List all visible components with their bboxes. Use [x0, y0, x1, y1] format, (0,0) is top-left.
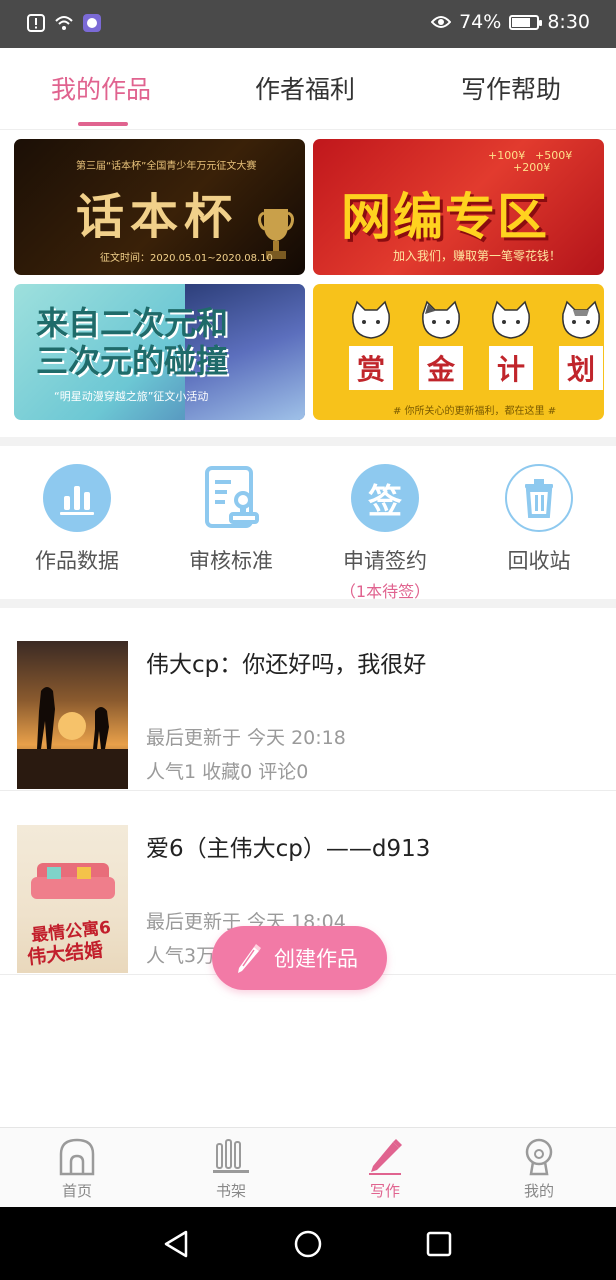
tab-indicator — [78, 122, 128, 126]
banner-date: 征文时间：2020.05.01~2020.08.10 — [100, 253, 273, 264]
work-updated: 最后更新于 今天 20:18 — [146, 727, 346, 749]
work-cover-image: 最情公寓6 伟大结婚 — [17, 825, 128, 973]
profile-icon — [525, 1138, 553, 1176]
home-icon — [59, 1138, 95, 1176]
cat-icon — [352, 300, 390, 339]
nav-label: 首页 — [61, 1182, 92, 1200]
cat-icon — [422, 300, 460, 339]
system-nav-bar — [0, 1207, 616, 1280]
pen-icon — [369, 1139, 402, 1175]
banner-anime-contest[interactable]: 来自二次元和 三次元的碰撞 “明星动漫穿越之旅”征文小活动 — [14, 284, 305, 420]
top-tabs: 我的作品 作者福利 写作帮助 — [0, 48, 616, 130]
banner-huabenbei[interactable]: 第三届“话本杯”全国青少年万元征文大赛 话本杯 征文时间：2020.05.01~… — [14, 139, 305, 275]
bounty-char: 金 — [419, 346, 463, 390]
tab-author-benefits[interactable]: 作者福利 — [255, 70, 355, 106]
banner-top-text: 第三届“话本杯”全国青少年万元征文大赛 — [76, 161, 257, 172]
bounty-chars: 赏 金 计 划 — [349, 346, 603, 390]
eye-comfort-icon — [431, 16, 452, 28]
cat-illustrations — [349, 300, 603, 340]
bottom-nav: 首页 书架 写作 我的 — [0, 1127, 616, 1207]
create-work-button[interactable]: 创建作品 — [212, 926, 387, 990]
battery-percent: 74% — [459, 11, 502, 33]
sign-glyph: 签 — [368, 481, 402, 522]
tab-writing-help[interactable]: 写作帮助 — [461, 70, 561, 106]
banner-bounty-plan[interactable]: 赏 金 计 划 # 你所关心的更新福利，都在这里 # — [313, 284, 604, 420]
battery-icon — [509, 14, 543, 30]
nav-label: 书架 — [215, 1182, 246, 1200]
create-work-label: 创建作品 — [274, 947, 358, 971]
work-title: 爱6（主伟大cp）——d913 — [146, 836, 431, 862]
pencil-icon — [238, 944, 261, 973]
banner-sub: 加入我们，赚取第一笔零花钱！ — [393, 249, 562, 263]
bookshelf-icon — [213, 1139, 249, 1173]
action-review-standard[interactable]: 审核标准 — [154, 464, 308, 604]
bounty-char: 计 — [489, 346, 533, 390]
work-item[interactable]: 伟大cp：你还好吗，我很好 最后更新于 今天 20:18 人气1 收藏0 评论0 — [0, 607, 616, 791]
work-stats: 人气1 收藏0 评论0 — [146, 761, 309, 783]
action-label: 审核标准 — [189, 549, 273, 573]
wifi-icon — [55, 16, 73, 30]
action-label: 作品数据 — [35, 549, 119, 573]
home-circle-icon[interactable] — [293, 1229, 323, 1259]
banner-editor-zone[interactable]: +100¥ +500¥ +200¥ 网编专区 加入我们，赚取第一笔零花钱！ — [313, 139, 604, 275]
action-apply-contract[interactable]: 签 申请签约 （1本待签） — [308, 464, 462, 604]
clock: 8:30 — [547, 11, 590, 33]
nav-write[interactable]: 写作 — [308, 1136, 462, 1201]
cat-icon — [562, 300, 600, 339]
recents-icon[interactable] — [426, 1231, 452, 1257]
document-stamp-icon — [197, 464, 265, 532]
action-work-data[interactable]: 作品数据 — [0, 464, 154, 604]
back-icon[interactable] — [162, 1229, 190, 1259]
nav-profile[interactable]: 我的 — [462, 1136, 616, 1201]
trash-icon — [505, 464, 573, 532]
alert-icon — [27, 14, 45, 32]
action-recycle-bin[interactable]: 回收站 — [462, 464, 616, 604]
status-bar: 74% 8:30 — [0, 0, 616, 48]
nav-bookshelf[interactable]: 书架 — [154, 1136, 308, 1201]
nav-label: 我的 — [523, 1182, 554, 1200]
app-notification-icon — [83, 14, 101, 32]
bounty-char: 赏 — [349, 346, 393, 390]
banner-title-line2: 三次元的碰撞 — [36, 342, 229, 380]
work-title: 伟大cp：你还好吗，我很好 — [146, 652, 427, 678]
bounty-char: 划 — [559, 346, 603, 390]
nav-label: 写作 — [369, 1182, 400, 1200]
banner-title: 话本杯 — [76, 189, 239, 245]
banner-title: 网编专区 — [341, 188, 549, 246]
bar-chart-icon — [43, 464, 111, 532]
banner-sub: “明星动漫穿越之旅”征文小活动 — [54, 390, 209, 403]
action-label: 回收站 — [507, 549, 571, 573]
section-divider — [0, 437, 616, 446]
tab-my-works[interactable]: 我的作品 — [51, 70, 151, 106]
cat-icon — [492, 300, 530, 339]
work-cover-image — [17, 641, 128, 789]
banner-tag-3: +200¥ — [513, 161, 551, 174]
sign-icon: 签 — [351, 464, 419, 532]
banner-sub: # 你所关心的更新福利，都在这里 # — [393, 406, 557, 417]
action-label: 申请签约 — [343, 549, 427, 573]
nav-home[interactable]: 首页 — [0, 1136, 154, 1201]
